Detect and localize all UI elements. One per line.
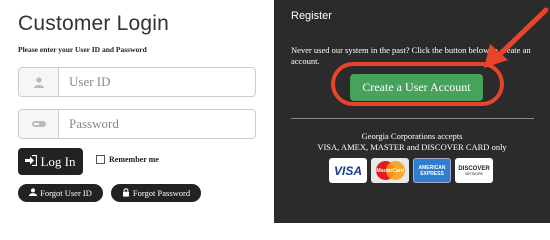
login-button-label: Log In xyxy=(40,153,76,169)
lock-icon xyxy=(122,187,130,199)
login-button[interactable]: Log In xyxy=(18,148,83,175)
forgot-user-id-label: Forgot User ID xyxy=(40,188,92,198)
accepted-cards-text: Georgia Corporations accepts VISA, AMEX,… xyxy=(274,131,550,153)
login-instructions: Please enter your User ID and Password xyxy=(18,45,147,54)
card-logos: VISA MasterCard AMERICAN EXPRESS DISCOVE… xyxy=(329,158,493,183)
password-input[interactable] xyxy=(59,110,255,138)
visa-logo: VISA xyxy=(329,158,367,183)
user-icon xyxy=(29,188,38,198)
sign-in-icon xyxy=(25,154,38,170)
remember-label: Remember me xyxy=(109,155,159,164)
user-icon xyxy=(19,68,59,96)
annotation-arrow-icon xyxy=(484,7,549,68)
forgot-password-label: Forgot Password xyxy=(132,188,191,198)
amex-logo: AMERICAN EXPRESS xyxy=(413,158,451,183)
divider xyxy=(291,118,534,119)
forgot-user-id-button[interactable]: Forgot User ID xyxy=(18,184,103,202)
remember-me[interactable]: Remember me xyxy=(96,155,159,164)
register-title: Register xyxy=(291,10,332,22)
remember-checkbox[interactable] xyxy=(96,155,105,164)
forgot-password-button[interactable]: Forgot Password xyxy=(111,184,201,202)
user-id-field[interactable] xyxy=(18,67,256,97)
create-account-button[interactable]: Create a User Account xyxy=(350,74,483,101)
accept-line-2: VISA, AMEX, MASTER and DISCOVER CARD onl… xyxy=(317,142,507,152)
password-field[interactable] xyxy=(18,109,256,139)
discover-logo: DISCOVER NETWORK xyxy=(455,158,493,183)
key-icon xyxy=(19,110,59,138)
accept-line-1: Georgia Corporations accepts xyxy=(361,131,463,141)
login-panel: Customer Login Please enter your User ID… xyxy=(0,0,274,223)
user-id-input[interactable] xyxy=(59,68,255,96)
mastercard-logo: MasterCard xyxy=(371,158,409,183)
page-title: Customer Login xyxy=(18,12,170,35)
